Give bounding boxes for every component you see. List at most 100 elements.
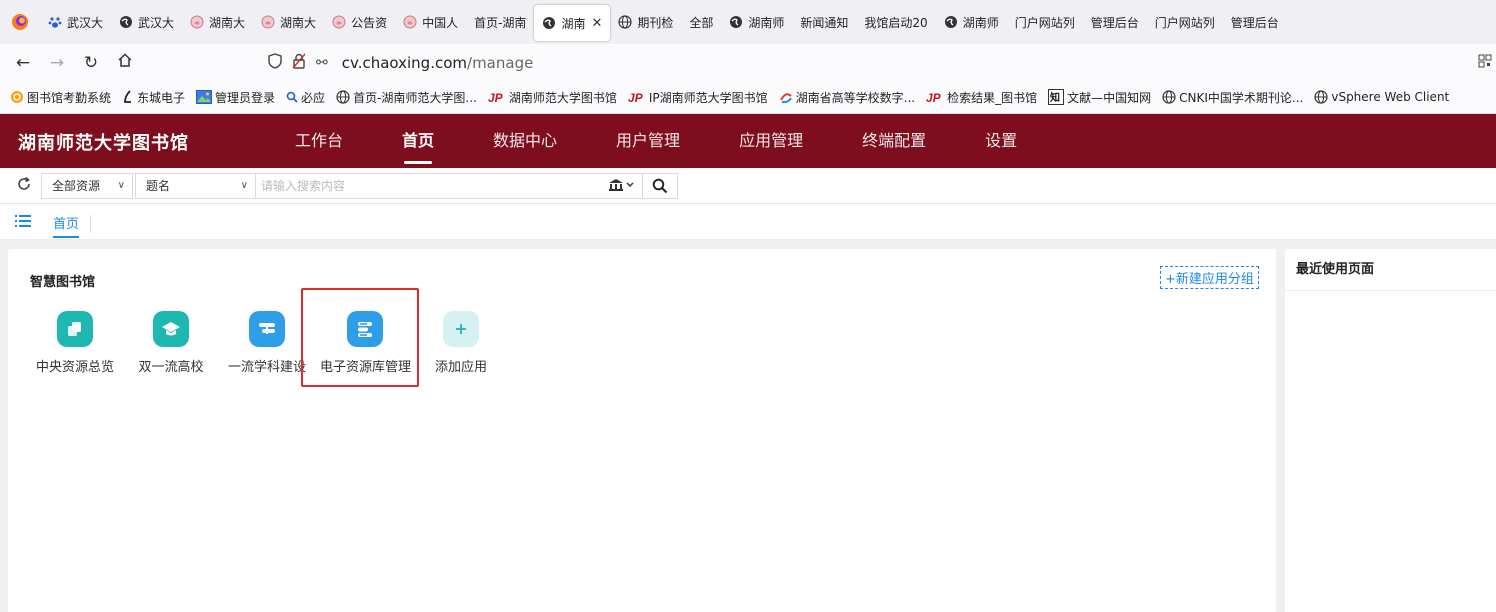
reload-icon[interactable]: ↻ [74,53,108,73]
bookmark-item[interactable]: 东城电子 [122,89,185,106]
bookmark-item[interactable]: JP IP湖南师范大学图书馆 [628,89,768,106]
bookmark-label: 必应 [301,90,326,105]
zhi-icon: 知 [1048,89,1065,105]
app-tile[interactable]: 双一流高校 [126,311,216,375]
script-l-icon [122,90,134,104]
browser-tab[interactable]: 中国人 [395,0,466,44]
bookmark-label: 湖南师范大学图书馆 [508,90,617,105]
chevron-down-icon: ∨ [240,180,248,191]
globe-outline-icon [1162,90,1176,104]
pig-icon [261,15,275,29]
qr-code-icon[interactable] [1478,54,1492,71]
menu-item[interactable]: 首页 [402,114,434,168]
bookmark-item[interactable]: 湖南省高等学校数字... [779,89,915,106]
search-icon [652,178,668,194]
url-text[interactable]: cv.chaoxing.com/manage [342,54,534,72]
browser-tab[interactable]: 首页-湖南 [466,0,534,44]
browser-tab[interactable]: 管理后台 [1223,0,1287,44]
tab-label: 期刊检 [637,15,674,30]
app-tile[interactable]: 中央资源总览 [30,311,120,375]
bookmark-item[interactable]: 必应 [286,89,325,106]
field-select[interactable]: 题名 ∨ [135,173,256,199]
browser-tab[interactable]: 武汉大 [111,0,182,44]
menu-item[interactable]: 工作台 [295,114,343,168]
browser-tab[interactable]: 武汉大 [40,0,111,44]
svg-text:知: 知 [1049,91,1060,104]
bookmark-item[interactable]: JP 检索结果_图书馆 [926,89,1037,106]
scope-value: 全部资源 [52,179,101,193]
bookmark-item[interactable]: 知文献—中国知网 [1048,89,1151,106]
browser-tab[interactable]: 全部 [681,0,721,44]
browser-tab-strip: 武汉大 武汉大 湖南大 湖南大 公告资 中国人 首页-湖南 湖南 ✕ 期刊检 全部 湖南师 新闻通知 我馆… [0,0,1496,44]
forward-arrow-icon[interactable]: → [40,53,74,73]
bookmark-item[interactable]: 图书馆考勤系统 [10,89,111,106]
app-group-panel: 智慧图书馆 +新建应用分组 中央资源总览 双一流高校 一流学科建设 电子资源库管理 添加… [8,249,1276,612]
app-tile[interactable]: 添加应用 [416,311,506,375]
search-icon [286,91,298,103]
tab-label: 公告资 [351,15,388,30]
tab-label: 湖南大 [209,15,246,30]
browser-tab[interactable]: 湖南师 [721,0,792,44]
globe-dark-icon [729,15,743,29]
tab-label: 管理后台 [1230,15,1279,30]
bookmark-item[interactable]: 管理员登录 [196,89,275,106]
menu-item[interactable]: 终端配置 [862,114,926,168]
scope-select[interactable]: 全部资源 ∨ [41,173,133,199]
app-label: 中央资源总览 [35,360,114,375]
orange-circle-icon [10,90,24,104]
refresh-icon[interactable] [16,176,32,195]
site-settings-icon[interactable]: ⚯ [316,55,328,71]
menu-item[interactable]: 应用管理 [739,114,803,168]
bookmark-item[interactable]: JP 湖南师范大学图书馆 [488,89,617,106]
group-title: 智慧图书馆 [30,275,96,290]
url-host: cv.chaoxing.com [341,54,468,72]
tab-label: 我馆启动20 [864,15,928,30]
tab-label: 湖南师 [748,15,785,30]
close-icon[interactable]: ✕ [591,16,602,31]
address-bar[interactable]: ⚯ cv.chaoxing.com/manage [268,49,1496,77]
browser-tab[interactable]: 期刊检 [610,0,681,44]
browser-tab[interactable]: 门户网站列 [1007,0,1083,44]
bookmark-item[interactable]: vSphere Web Client [1314,90,1449,104]
app-header: 湖南师范大学图书馆 工作台 首页 数据中心 用户管理 应用管理 终端配置 设置 [0,114,1496,168]
tab-home[interactable]: 首页 [53,213,80,238]
app-tile[interactable]: 一流学科建设 [222,311,312,375]
browser-tab[interactable]: 我馆启动20 [856,0,935,44]
bookmark-item[interactable]: 首页-湖南师范大学图... [336,89,477,106]
tab-label: 门户网站列 [1154,15,1215,30]
search-bar: 全部资源 ∨ 题名 ∨ 请输入搜索内容 [0,168,1496,204]
browser-tab-active[interactable]: 湖南 ✕ [534,5,611,41]
shield-icon[interactable] [268,53,282,73]
jp-icon: JP [628,91,646,103]
search-button[interactable] [642,173,678,199]
tab-label: 湖南 [561,16,586,31]
bookmark-label: 湖南省高等学校数字... [795,90,916,105]
tab-label: 武汉大 [67,15,104,30]
list-menu-icon[interactable] [15,215,31,231]
lock-warning-icon[interactable] [292,53,306,73]
svg-text:JP: JP [488,91,504,103]
globe-outline-icon [618,15,632,29]
browser-tab[interactable]: 公告资 [324,0,395,44]
new-app-group-button[interactable]: +新建应用分组 [1160,266,1259,289]
browser-tab[interactable]: 湖南大 [182,0,253,44]
menu-item[interactable]: 用户管理 [616,114,680,168]
browser-tab[interactable]: 新闻通知 [792,0,856,44]
home-icon[interactable] [108,52,142,73]
pig-icon [190,15,204,29]
search-input[interactable]: 请输入搜索内容 [255,173,643,199]
menu-item[interactable]: 数据中心 [493,114,557,168]
swirl-icon [779,90,793,104]
bookmark-label: CNKI中国学术期刊论... [1179,90,1304,105]
back-arrow-icon[interactable]: ← [6,53,40,73]
menu-item[interactable]: 设置 [985,114,1017,168]
library-icon[interactable] [608,178,636,195]
browser-tab[interactable]: 管理后台 [1083,0,1147,44]
browser-tab[interactable]: 门户网站列 [1147,0,1223,44]
tab-label: 中国人 [422,15,459,30]
browser-tab[interactable]: 湖南大 [253,0,324,44]
browser-tab[interactable]: 湖南师 [936,0,1007,44]
firefox-logo-icon[interactable] [0,0,40,44]
bookmark-item[interactable]: CNKI中国学术期刊论... [1162,89,1303,106]
tab-label: 湖南大 [280,15,317,30]
